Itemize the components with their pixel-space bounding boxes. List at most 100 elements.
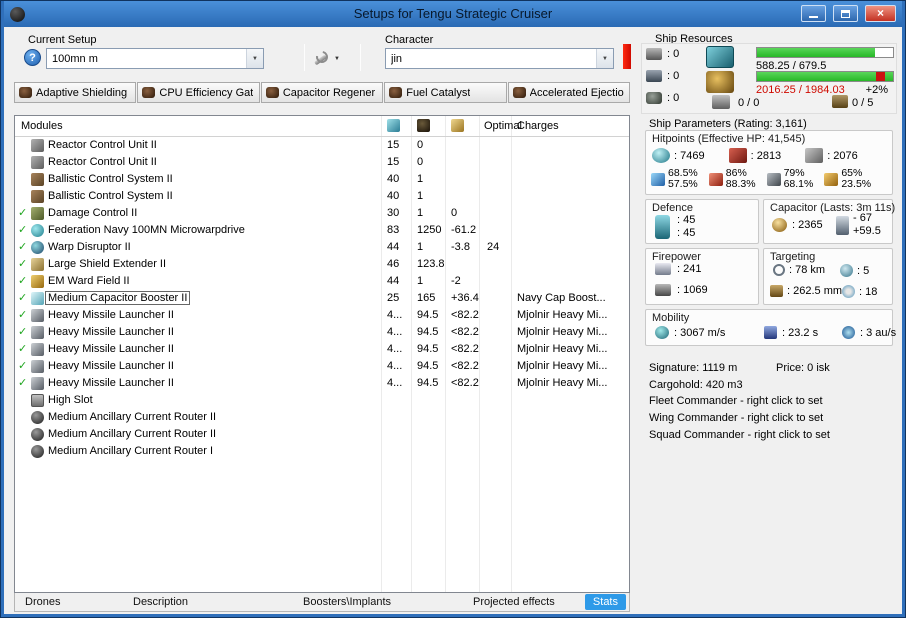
charges-column-header: Charges (517, 120, 559, 132)
scan-resolution: : 262.5 mm (770, 285, 842, 297)
module-row[interactable]: ✓ Heavy Missile Launcher II 4... 94.5 <82.2 M… (15, 307, 629, 324)
cpu-usage-bar (756, 47, 894, 58)
explosive-resist-icon (824, 172, 839, 186)
module-capacitor-value: <82.2 (451, 360, 479, 372)
module-row[interactable]: Medium Ancillary Current Router II (15, 426, 629, 443)
toolbar-separator (304, 44, 305, 71)
bottom-tab-boosters-implants[interactable]: Boosters\Implants (303, 596, 391, 608)
shield-extender-icon (31, 258, 44, 271)
module-charges-value: Mjolnir Heavy Mi... (517, 360, 608, 372)
calibration-text: 0 / 0 (738, 97, 760, 109)
caption-buttons: × (801, 5, 896, 22)
module-row[interactable]: ✓ Heavy Missile Launcher II 4... 94.5 <82.2 M… (15, 324, 629, 341)
reactor-control-icon (31, 156, 44, 169)
chevron-down-icon[interactable]: ▼ (334, 56, 340, 62)
module-row[interactable]: ✓ Warp Disruptor II 44 1 -3.8 24 (15, 239, 629, 256)
module-active-check-icon: ✓ (18, 224, 28, 236)
setup-select[interactable]: 100mn m ▼ (46, 48, 264, 69)
subsystem-tab-capacitor-regener[interactable]: Capacitor Regener (260, 82, 384, 103)
warp-speed-value: : 3 au/s (860, 326, 897, 339)
module-row[interactable]: ✓ EM Ward Field II 44 1 -2 (15, 273, 629, 290)
maximize-button[interactable] (833, 5, 858, 22)
subsystem-tab-adaptive-shielding[interactable]: Adaptive Shielding (14, 82, 137, 103)
subsystem-tab-cpu-efficiency-gat[interactable]: CPU Efficiency Gat (137, 82, 260, 103)
em-resist-icon (651, 172, 665, 186)
module-row[interactable]: ✓ Federation Navy 100MN Microwarpdrive 83 1… (15, 222, 629, 239)
drone-bay-count: : 0 (667, 92, 680, 104)
character-select[interactable]: jin ▼ (385, 48, 614, 69)
module-active-check-icon: ✓ (18, 275, 28, 287)
chevron-down-icon[interactable]: ▼ (596, 49, 613, 68)
toolbar-separator (360, 44, 361, 71)
module-row[interactable]: Reactor Control Unit II 15 0 (15, 137, 629, 154)
kinetic-resist: 79% 68.1% (766, 168, 813, 190)
close-icon: × (876, 6, 884, 20)
subsystem-tab-fuel-catalyst[interactable]: Fuel Catalyst (384, 82, 507, 103)
titlebar[interactable]: Setups for Tengu Strategic Cruiser × (4, 1, 902, 27)
window-title: Setups for Tengu Strategic Cruiser (353, 6, 553, 21)
help-button[interactable]: ? (24, 49, 41, 66)
empty-high-slot-icon (31, 394, 44, 407)
em-resist: 68.5% 57.5% (651, 168, 698, 190)
wrench-icon (312, 50, 329, 67)
cap-booster-icon (31, 292, 44, 305)
modules-column-header: Modules (21, 120, 63, 132)
explosive-resist: 65% 23.5% (824, 168, 871, 190)
fleet-commander-setter[interactable]: Fleet Commander - right click to set (649, 395, 823, 407)
tools-button[interactable]: ▼ (312, 47, 356, 70)
defence-value: : 45 (677, 227, 696, 239)
bottom-tab-stats[interactable]: Stats (584, 594, 626, 610)
firepower-panel: Firepower : 241 : 1069 (645, 248, 759, 305)
module-row[interactable]: Ballistic Control System II 40 1 (15, 171, 629, 188)
bottom-tab-description[interactable]: Description (133, 596, 188, 608)
wing-commander-setter[interactable]: Wing Commander - right click to set (649, 412, 823, 424)
subsystem-tab-accelerated-ejectio[interactable]: Accelerated Ejectio (507, 82, 631, 103)
hull-icon (805, 148, 824, 163)
max-targets: : 5 (840, 264, 869, 277)
bottom-tab-projected-effects[interactable]: Projected effects (473, 596, 555, 608)
current-setup-label: Current Setup (28, 34, 97, 46)
hardpoints-column: : 0 : 0 : 0 (646, 47, 679, 105)
close-button[interactable]: × (865, 5, 896, 22)
module-row[interactable]: High Slot (15, 392, 629, 409)
shield-hp: : 7469 (652, 148, 705, 163)
module-row[interactable]: ✓ Heavy Missile Launcher II 4... 94.5 <82.2 M… (15, 341, 629, 358)
module-active-check-icon: ✓ (18, 377, 28, 389)
max-targets-value: : 5 (857, 264, 870, 277)
module-capacitor-value: <82.2 (451, 343, 479, 355)
module-name: Heavy Missile Launcher II (48, 343, 174, 355)
module-row[interactable]: ✓ Damage Control II 30 1 0 (15, 205, 629, 222)
subsystem-icon (265, 87, 279, 98)
firepower-volley-value: : 1069 (677, 284, 708, 296)
module-cpu-value: 44 (387, 241, 400, 253)
module-row[interactable]: ✓ Medium Capacitor Booster II 25 165 +36.4 Na… (15, 290, 629, 307)
module-capacitor-value: <82.2 (451, 377, 479, 389)
module-row[interactable]: ✓ Large Shield Extender II 46 123.8 (15, 256, 629, 273)
hull-hp: : 2076 (805, 148, 858, 163)
module-active-check-icon: ✓ (18, 343, 28, 355)
module-row[interactable]: ✓ Heavy Missile Launcher II 4... 94.5 <82.2 M… (15, 358, 629, 375)
sensor-strength: : 18 (842, 285, 877, 298)
module-row[interactable]: Medium Ancillary Current Router I (15, 443, 629, 460)
capacitor-icon (772, 218, 787, 232)
hitpoints-title: Hitpoints (Effective HP: 41,545) (652, 133, 806, 145)
powergrid-icon (706, 71, 734, 93)
module-charges-value: Mjolnir Heavy Mi... (517, 326, 608, 338)
module-charges-value: Mjolnir Heavy Mi... (517, 343, 608, 355)
bottom-tab-drones[interactable]: Drones (25, 596, 60, 608)
targeting-title: Targeting (770, 251, 816, 263)
module-capacitor-value: 0 (451, 207, 458, 219)
launcher-hardpoint-icon (646, 70, 662, 82)
chevron-down-icon[interactable]: ▼ (246, 49, 263, 68)
module-row[interactable]: Ballistic Control System II 40 1 (15, 188, 629, 205)
minimize-button[interactable] (801, 5, 826, 22)
module-powergrid-value: 94.5 (417, 377, 439, 389)
module-cpu-value: 4... (387, 309, 403, 321)
kinetic-resist-icon (766, 172, 781, 186)
powergrid-over-percent: +2% (865, 84, 888, 96)
squad-commander-setter[interactable]: Squad Commander - right click to set (649, 429, 830, 441)
module-row[interactable]: Medium Ancillary Current Router II (15, 409, 629, 426)
module-name: Medium Ancillary Current Router II (48, 411, 217, 423)
module-row[interactable]: ✓ Heavy Missile Launcher II 4... 94.5 <82.2 M… (15, 375, 629, 392)
module-row[interactable]: Reactor Control Unit II 15 0 (15, 154, 629, 171)
